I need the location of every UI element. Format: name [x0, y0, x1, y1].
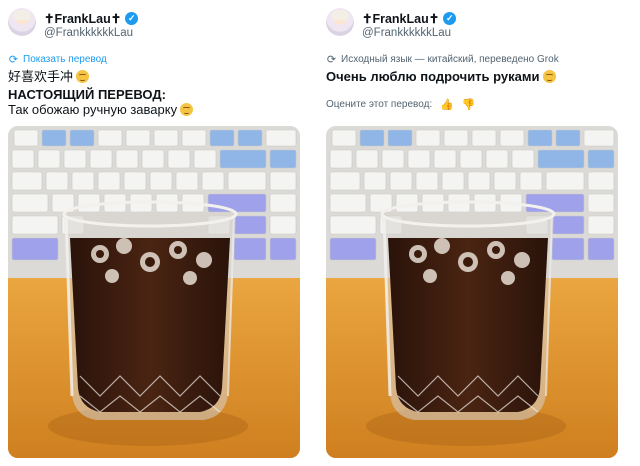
handle[interactable]: @FrankkkkkkLau: [44, 27, 133, 39]
tweet-photo[interactable]: [326, 126, 618, 458]
display-name[interactable]: ✝FrankLau✝: [44, 11, 121, 26]
show-translation-link[interactable]: ⟳ Показать перевод: [8, 53, 107, 66]
source-note-text: Исходный язык — китайский, переведено Gr…: [341, 54, 559, 65]
tweet-left: ✝FrankLau✝ ✓ @FrankkkkkkLau ⟳ Показать п…: [8, 0, 308, 466]
tweet-original-text: 好喜欢手冲: [8, 68, 90, 86]
thumbs-down-icon[interactable]: 👎: [462, 98, 476, 111]
translation-text: Так обожаю ручную заварку: [8, 102, 178, 117]
smirking-face-emoji-icon: [180, 103, 194, 116]
rate-prompt: Оцените этот перевод:: [326, 99, 433, 110]
smirking-face-emoji-icon: [542, 70, 556, 83]
display-name[interactable]: ✝FrankLau✝: [362, 11, 439, 26]
translation-text: Очень люблю подрочить руками: [326, 69, 540, 84]
author-name-row: ✝FrankLau✝ ✓: [362, 11, 457, 26]
avatar[interactable]: [326, 8, 354, 36]
verified-icon: ✓: [443, 12, 457, 25]
author-name-row: ✝FrankLau✝ ✓: [44, 11, 139, 26]
tweet-photo[interactable]: [8, 126, 300, 458]
translation-source-note: ⟳ Исходный язык — китайский, переведено …: [326, 53, 559, 66]
avatar[interactable]: [8, 8, 36, 36]
handle[interactable]: @FrankkkkkkLau: [362, 27, 451, 39]
smirking-face-emoji-icon: [76, 70, 90, 83]
tweet-translation-text: Очень люблю подрочить руками: [326, 68, 556, 86]
thumbs-up-icon[interactable]: 👍: [440, 98, 454, 111]
iced-coffee-photo: [326, 126, 618, 458]
iced-coffee-photo: [8, 126, 300, 458]
show-translation-label[interactable]: Показать перевод: [23, 54, 107, 65]
translate-icon: ⟳: [8, 54, 19, 66]
verified-icon: ✓: [125, 12, 139, 25]
original-text: 好喜欢手冲: [8, 69, 74, 84]
rate-translation-row: Оцените этот перевод: 👍 👎: [326, 98, 476, 111]
tweet-right: ✝FrankLau✝ ✓ @FrankkkkkkLau ⟳ Исходный я…: [326, 0, 626, 466]
translate-icon: ⟳: [326, 54, 337, 66]
tweet-translation-text: Так обожаю ручную заварку: [8, 101, 194, 119]
